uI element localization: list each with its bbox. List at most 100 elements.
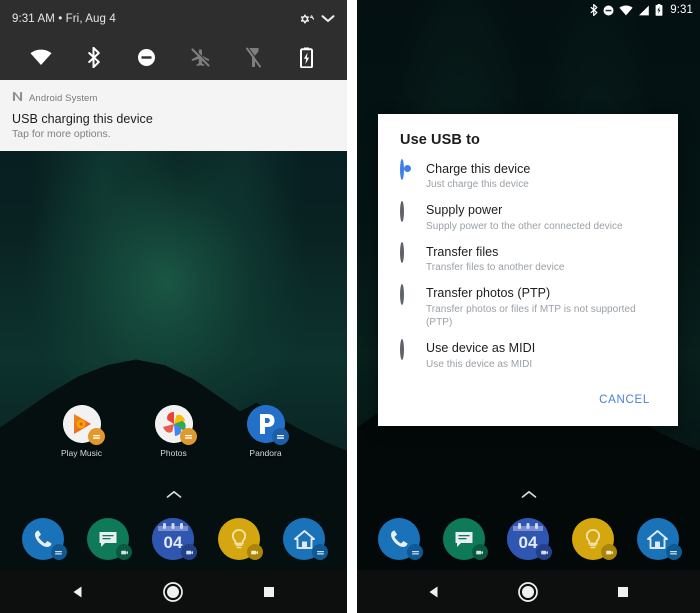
radio-button[interactable] [400,242,415,263]
dock-right: 04 [357,508,700,570]
notification-app-header: Android System [12,89,335,107]
navigation-bar-right [357,570,700,613]
option-subtitle: Supply power to the other connected devi… [426,220,623,232]
radio-ring [400,283,404,305]
chevron-down-icon[interactable] [321,14,335,24]
left-phone-panel: 9:31 AM • Fri, Aug 4 Android System USB … [0,0,347,613]
option-label: Supply power [426,203,503,217]
do-not-disturb-icon [603,5,614,16]
do-not-disturb-icon[interactable] [134,44,160,70]
use-usb-dialog: Use USB to Charge this device Just charg… [378,114,678,426]
right-phone-panel: 9:31 Use USB to Charge this device Just … [357,0,700,613]
battery-charging-icon [655,4,663,16]
wifi-icon[interactable] [28,44,54,70]
dialog-actions: CANCEL [378,382,678,420]
option-label: Use device as MIDI [426,341,536,355]
nav-home-button[interactable] [156,575,190,609]
dock-item-phone[interactable] [21,518,67,560]
bluetooth-icon [590,4,598,16]
notification-body: Tap for more options. [12,128,111,140]
dock-badge-icon [407,544,424,560]
dock-badge-icon [665,544,682,560]
app-drawer-handle[interactable] [357,487,700,503]
dock-item-home[interactable] [283,518,329,560]
option-subtitle: Transfer photos or files if MTP is not s… [426,303,636,329]
dialog-title: Use USB to [400,132,480,148]
nav-recents-button[interactable] [252,575,286,609]
cancel-button[interactable]: CANCEL [591,388,658,412]
wifi-icon [619,5,633,16]
dock-badge-icon [536,544,553,560]
option-main-row: Charge this device [400,159,656,180]
option-label: Transfer photos (PTP) [426,286,551,300]
usb-option-transfer-photos-ptp[interactable]: Transfer photos (PTP) Transfer photos or… [378,283,678,330]
dock-item-keep[interactable] [572,518,618,560]
airplane-mode-icon[interactable] [187,44,213,70]
app-label: Play Music [60,448,103,458]
radio-dot [404,165,411,172]
notification-app-name: Android System [29,92,98,104]
nav-home-button[interactable] [511,575,545,609]
notification-shade: 9:31 AM • Fri, Aug 4 Android System USB … [0,0,347,151]
dual-phone-screenshot: 9:31 AM • Fri, Aug 4 Android System USB … [0,0,700,613]
app-label: Pandora [249,448,282,458]
usb-option-use-device-as-midi[interactable]: Use device as MIDI Use this device as MI… [378,338,678,372]
app-badge-icon [87,428,105,445]
chevron-up-icon [521,486,537,504]
nav-back-button[interactable] [417,575,451,609]
radio-ring [400,200,404,222]
status-bar-clock: 9:31 [670,4,693,16]
app-icon-play-music[interactable]: Play Music [51,405,113,458]
battery-saver-icon[interactable] [293,44,319,70]
quick-settings-row [0,38,347,80]
shade-header: 9:31 AM • Fri, Aug 4 [0,0,347,38]
radio-button[interactable] [400,338,415,360]
dock-item-calendar[interactable]: 04 [152,518,198,560]
option-main-row: Transfer files [400,242,656,263]
dock-badge-icon [116,544,133,560]
app-badge-icon [271,428,289,445]
dock-item-messages[interactable] [87,518,133,560]
option-main-row: Use device as MIDI [400,338,656,360]
option-label: Transfer files [426,244,499,259]
signal-icon [638,5,650,16]
dock-item-messages[interactable] [442,518,488,560]
dock-badge-icon [181,544,198,560]
dock-item-phone[interactable] [378,518,424,560]
radio-button[interactable] [400,283,415,305]
nav-recents-button[interactable] [606,575,640,609]
navigation-bar-left [0,570,347,613]
option-main-row: Supply power [400,200,656,222]
option-label: Charge this device [426,161,531,176]
dock-item-keep[interactable] [217,518,263,560]
app-badge-icon [179,428,197,445]
nav-back-button[interactable] [61,575,95,609]
dock-badge-icon [471,544,488,560]
radio-button[interactable] [400,200,415,222]
app-drawer-handle[interactable] [0,487,347,503]
notification-card[interactable]: Android System USB charging this device … [0,80,347,151]
usb-option-charge-this-device[interactable]: Charge this device Just charge this devi… [378,159,678,192]
usb-option-transfer-files[interactable]: Transfer files Transfer files to another… [378,242,678,275]
app-icon-photos[interactable]: Photos [143,405,205,458]
dock-item-calendar[interactable]: 04 [507,518,553,560]
dock-left: 04 [0,508,347,570]
radio-button-selected[interactable] [400,159,415,180]
bluetooth-icon[interactable] [81,44,107,70]
gear-wrench-icon[interactable] [297,12,314,26]
dock-badge-icon [601,544,618,560]
option-main-row: Transfer photos (PTP) [400,283,656,305]
chevron-up-icon [166,486,182,504]
app-icon-pandora[interactable]: Pandora [235,405,297,458]
option-subtitle: Just charge this device [426,179,529,190]
notification-title: USB charging this device [12,112,153,126]
panel-divider [347,0,357,613]
dock-badge-icon [50,544,67,560]
flashlight-icon[interactable] [240,44,266,70]
dock-item-home[interactable] [636,518,682,560]
android-system-icon [12,89,23,107]
status-bar: 9:31 [357,0,700,20]
usb-option-supply-power[interactable]: Supply power Supply power to the other c… [378,200,678,234]
homescreen-app-row: Play Music Photos Pandora [0,405,347,458]
shade-header-actions [297,12,335,26]
